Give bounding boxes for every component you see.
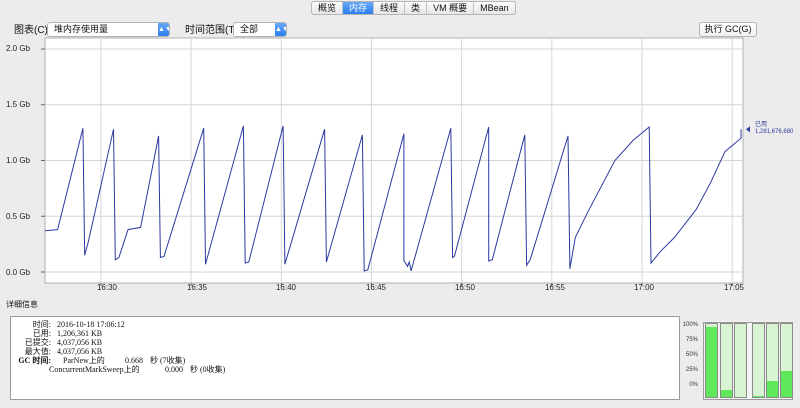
- detail-label: 已用:: [32, 329, 51, 338]
- x-tick-label: 16:50: [454, 283, 476, 292]
- memory-pool-gauge-fill: [781, 371, 792, 397]
- memory-pool-gauge[interactable]: [734, 323, 747, 398]
- x-tick-label: 16:35: [186, 283, 208, 292]
- detail-label: 最大值:: [24, 347, 51, 356]
- memory-pool-gauge[interactable]: [705, 323, 718, 398]
- gauge-axis-label: 75%: [685, 337, 698, 343]
- detail-value: 1,206,361 KB: [57, 329, 103, 338]
- gauge-axis-label: 0%: [689, 382, 698, 388]
- detail-label: 时间:: [32, 320, 51, 329]
- gauge-axis-label: 50%: [685, 352, 698, 358]
- gc-time-value: 0.000: [165, 365, 183, 374]
- x-tick-label: 16:30: [96, 283, 118, 292]
- gauge-axis-label: 100%: [682, 322, 698, 328]
- details-title: 详细信息: [6, 300, 38, 309]
- x-tick-label: 16:55: [544, 283, 566, 292]
- memory-pool-gauge[interactable]: [720, 323, 733, 398]
- detail-label: GC 时间:: [18, 356, 51, 365]
- gc-collector-name: ParNew上的: [63, 356, 105, 365]
- x-tick-label: 17:00: [633, 283, 655, 292]
- memory-pool-gauge-fill: [767, 380, 778, 397]
- memory-pool-gauge-fill: [706, 326, 717, 397]
- gauge-axis-label: 25%: [685, 367, 698, 373]
- details-panel: 时间: 2016-10-18 17:06:12 已用: 1,206,361 KB…: [10, 316, 680, 400]
- memory-pool-gauge[interactable]: [766, 323, 779, 398]
- detail-label: 已提交:: [24, 338, 51, 347]
- detail-value: 4,037,056 KB: [57, 347, 103, 356]
- detail-value: 4,037,056 KB: [57, 338, 103, 347]
- x-tick-label: 17:05: [723, 283, 745, 292]
- gc-collector-name: ConcurrentMarkSweep上的: [49, 365, 140, 374]
- legend-series-value: 1,281,676,680: [755, 129, 794, 135]
- heap-usage-chart: [41, 37, 750, 286]
- gc-time-value: 0.668: [125, 356, 143, 365]
- memory-pool-gauge[interactable]: [752, 323, 765, 398]
- memory-pool-gauge-fill: [753, 395, 764, 397]
- gc-time-unit: 秒 (7收集): [150, 356, 186, 365]
- memory-pool-gauge[interactable]: [780, 323, 793, 398]
- gc-time-unit: 秒 (0收集): [190, 365, 226, 374]
- memory-pool-gauge-fill: [721, 389, 732, 397]
- x-tick-label: 16:40: [275, 283, 297, 292]
- x-tick-label: 16:45: [365, 283, 387, 292]
- detail-value: 2016-10-18 17:06:12: [57, 320, 125, 329]
- legend-marker: [746, 126, 750, 133]
